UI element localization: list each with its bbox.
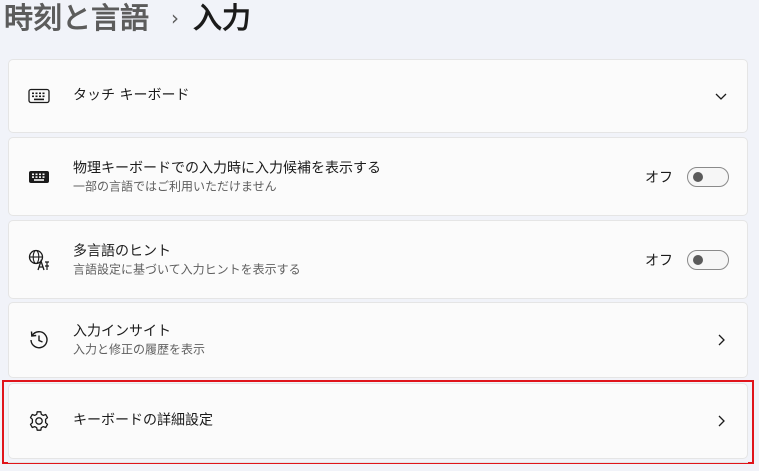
multilingual-hints-toggle[interactable]	[687, 249, 729, 270]
chevron-right-icon[interactable]	[713, 332, 729, 348]
setting-description: 一部の言語ではご利用いただけません	[73, 179, 277, 193]
toggle-knob	[693, 254, 703, 265]
suggestions-toggle[interactable]	[687, 166, 729, 187]
setting-title: 多言語のヒント	[73, 243, 171, 259]
breadcrumb-parent[interactable]: 時刻と言語	[4, 0, 149, 38]
setting-title: 物理キーボードでの入力時に入力候補を表示する	[73, 160, 381, 176]
setting-title: 入力インサイト	[73, 323, 171, 340]
setting-description: 言語設定に基づいて入力ヒントを表示する	[73, 262, 301, 276]
setting-touch-keyboard[interactable]: タッチ キーボード	[8, 59, 748, 133]
toggle-state-label: オフ	[645, 252, 673, 269]
touch-keyboard-icon	[27, 84, 51, 108]
chevron-down-icon[interactable]	[713, 88, 729, 104]
setting-description: 入力と修正の履歴を表示	[73, 342, 206, 357]
toggle-knob	[693, 171, 703, 182]
page-title: 入力	[193, 1, 252, 35]
setting-typing-insights[interactable]: 入力インサイト 入力と修正の履歴を表示	[8, 302, 748, 378]
breadcrumb: 時刻と言語 › 入力	[4, 0, 251, 38]
setting-title: タッチ キーボード	[73, 87, 190, 104]
toggle-control: オフ	[645, 166, 729, 187]
history-icon	[27, 328, 51, 352]
toggle-state-label: オフ	[645, 169, 673, 186]
toggle-control: オフ	[645, 249, 729, 270]
highlight-box	[2, 380, 754, 464]
setting-multilingual-hints: 多言語のヒント 言語設定に基づいて入力ヒントを表示する オフ	[8, 220, 748, 299]
setting-physical-keyboard-suggestions: 物理キーボードでの入力時に入力候補を表示する 一部の言語ではご利用いただけません…	[8, 137, 748, 216]
keyboard-icon	[27, 165, 51, 189]
breadcrumb-separator: ›	[171, 6, 180, 30]
language-icon	[27, 248, 51, 272]
